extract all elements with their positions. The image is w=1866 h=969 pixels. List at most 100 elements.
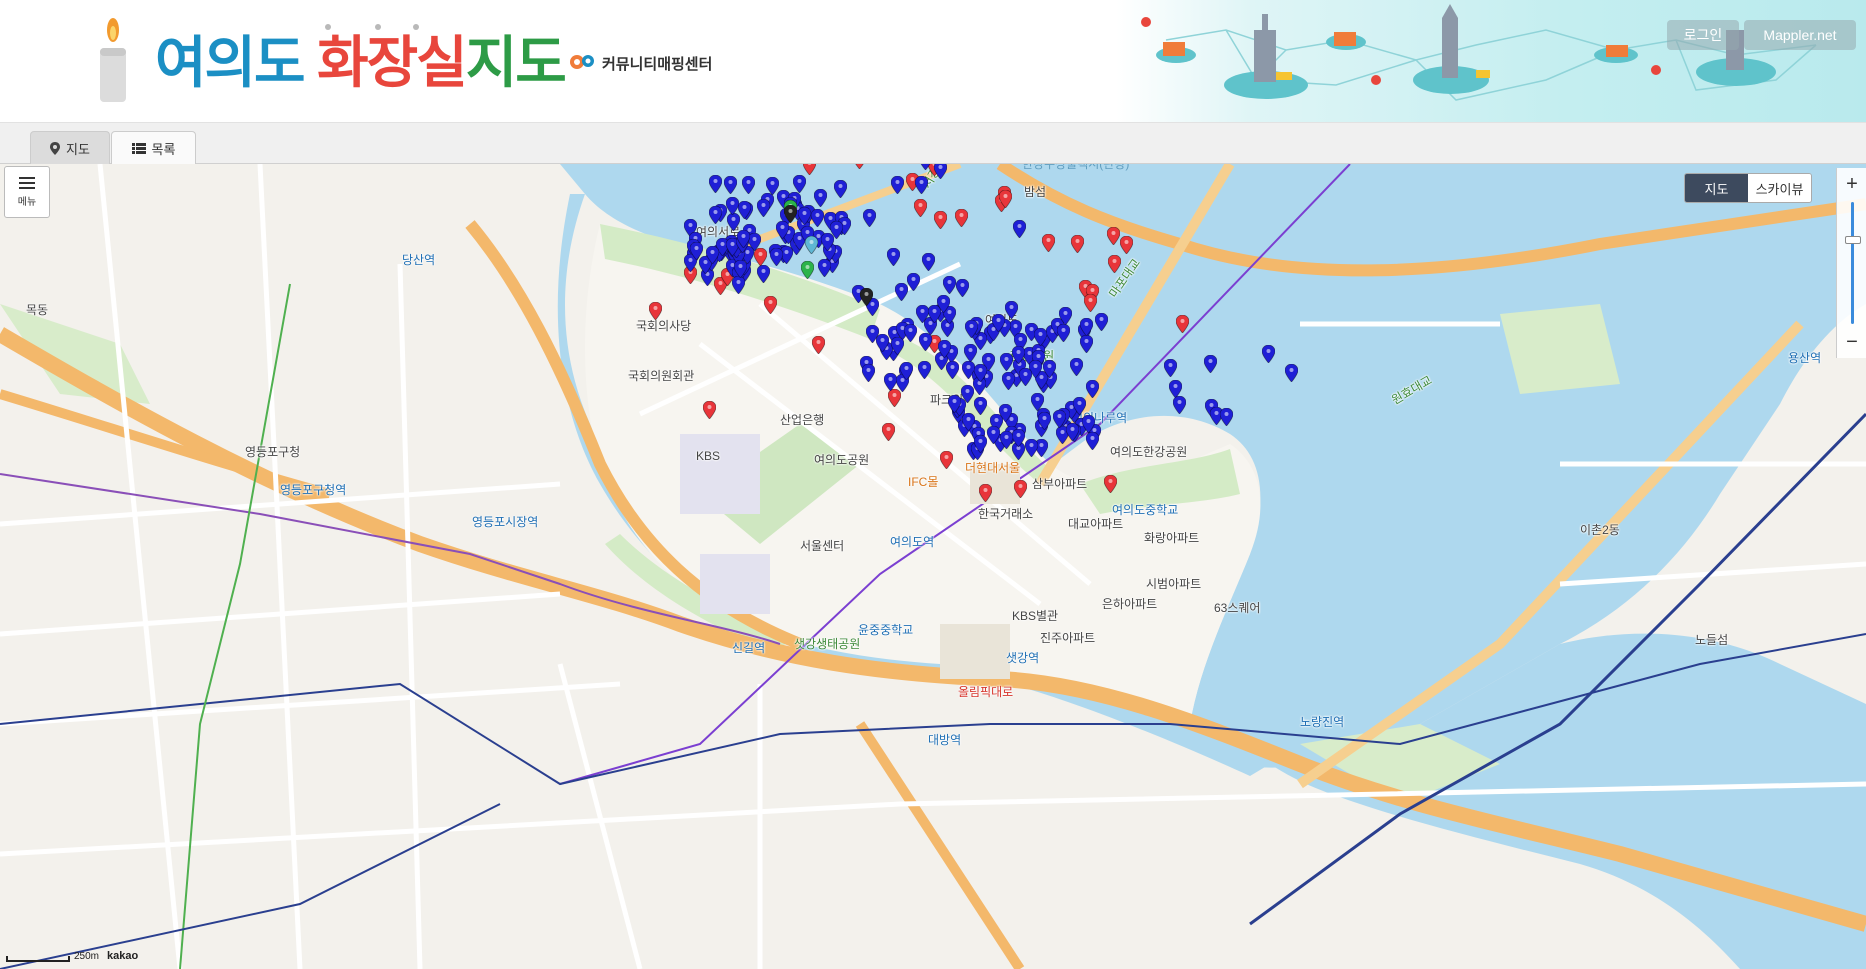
- toilet-marker[interactable]: [945, 360, 959, 379]
- zoom-slider-track[interactable]: [1851, 202, 1854, 324]
- toilet-marker[interactable]: [817, 258, 831, 277]
- toilet-marker[interactable]: [922, 253, 935, 271]
- toilet-marker[interactable]: [1000, 430, 1014, 449]
- toilet-marker-red[interactable]: [1042, 234, 1055, 252]
- toilet-marker[interactable]: [833, 179, 847, 198]
- toilet-marker[interactable]: [891, 176, 904, 194]
- toilet-marker[interactable]: [1080, 318, 1093, 336]
- toilet-marker[interactable]: [776, 220, 790, 239]
- map-type-skyview-button[interactable]: 스카이뷰: [1748, 174, 1811, 202]
- toilet-marker[interactable]: [1005, 301, 1018, 319]
- toilet-marker[interactable]: [906, 273, 920, 292]
- toilet-marker[interactable]: [1057, 324, 1071, 343]
- toilet-marker[interactable]: [1082, 414, 1096, 433]
- toilet-marker[interactable]: [895, 283, 908, 301]
- toilet-marker[interactable]: [974, 364, 988, 383]
- toilet-marker[interactable]: [756, 199, 770, 218]
- toilet-marker-red[interactable]: [1108, 255, 1121, 273]
- toilet-marker-red[interactable]: [649, 302, 662, 320]
- toilet-marker[interactable]: [732, 276, 745, 295]
- toilet-marker[interactable]: [884, 372, 898, 391]
- toilet-marker[interactable]: [784, 205, 797, 223]
- toilet-marker[interactable]: [974, 396, 988, 415]
- zoom-in-button[interactable]: +: [1837, 172, 1866, 196]
- toilet-marker-red[interactable]: [979, 484, 992, 502]
- toilet-marker[interactable]: [1025, 438, 1039, 457]
- toilet-marker[interactable]: [960, 384, 974, 403]
- toilet-marker[interactable]: [992, 313, 1006, 332]
- toilet-marker-red[interactable]: [934, 211, 947, 229]
- toilet-marker-red[interactable]: [1107, 227, 1120, 245]
- toilet-marker[interactable]: [1072, 397, 1086, 416]
- toilet-marker[interactable]: [810, 208, 824, 227]
- toilet-marker[interactable]: [801, 261, 814, 279]
- toilet-marker[interactable]: [737, 200, 751, 219]
- toilet-marker[interactable]: [706, 246, 720, 265]
- tab-map[interactable]: 지도: [30, 131, 110, 165]
- toilet-marker-red[interactable]: [1071, 235, 1084, 253]
- toilet-marker[interactable]: [865, 324, 879, 343]
- toilet-marker[interactable]: [1095, 313, 1108, 331]
- org-link[interactable]: 커뮤니티매핑센터: [568, 52, 712, 74]
- toilet-marker[interactable]: [1086, 379, 1100, 398]
- toilet-marker[interactable]: [860, 288, 873, 306]
- toilet-marker[interactable]: [770, 248, 784, 267]
- toilet-marker[interactable]: [723, 176, 737, 195]
- toilet-marker[interactable]: [948, 394, 962, 413]
- toilet-marker-red[interactable]: [882, 423, 895, 441]
- login-button[interactable]: 로그인: [1667, 20, 1739, 50]
- toilet-marker[interactable]: [805, 236, 818, 254]
- toilet-marker[interactable]: [1069, 357, 1083, 376]
- toilet-marker[interactable]: [1000, 353, 1013, 371]
- tab-list[interactable]: 목록: [111, 131, 196, 165]
- toilet-marker-red[interactable]: [1084, 294, 1097, 312]
- toilet-marker-red[interactable]: [803, 164, 816, 175]
- toilet-marker[interactable]: [900, 362, 914, 381]
- toilet-marker[interactable]: [1085, 432, 1099, 451]
- toilet-marker[interactable]: [986, 425, 1000, 444]
- toilet-marker[interactable]: [1285, 364, 1298, 382]
- toilet-marker-red[interactable]: [703, 401, 716, 419]
- toilet-marker[interactable]: [733, 260, 747, 279]
- toilet-marker[interactable]: [793, 175, 807, 194]
- toilet-marker[interactable]: [709, 206, 723, 225]
- toilet-marker[interactable]: [974, 434, 988, 453]
- toilet-marker[interactable]: [942, 275, 956, 294]
- toilet-marker[interactable]: [690, 241, 704, 260]
- site-title[interactable]: 여의도 화장실지도: [155, 28, 567, 98]
- mappler-link-button[interactable]: Mappler.net: [1744, 20, 1856, 50]
- toilet-marker[interactable]: [1034, 328, 1048, 347]
- toilet-marker[interactable]: [861, 363, 875, 382]
- map-type-map-button[interactable]: 지도: [1685, 174, 1748, 202]
- toilet-marker-red[interactable]: [1176, 315, 1189, 333]
- toilet-marker[interactable]: [1042, 359, 1056, 378]
- toilet-marker[interactable]: [1053, 409, 1067, 428]
- toilet-marker-red[interactable]: [999, 190, 1012, 208]
- toilet-marker-red[interactable]: [853, 164, 866, 169]
- toilet-marker[interactable]: [1011, 346, 1025, 365]
- zoom-out-button[interactable]: −: [1837, 330, 1866, 354]
- toilet-marker[interactable]: [964, 319, 978, 338]
- toilet-marker[interactable]: [863, 209, 876, 227]
- toilet-marker[interactable]: [797, 207, 811, 226]
- toilet-marker-red[interactable]: [940, 451, 953, 469]
- toilet-marker[interactable]: [891, 336, 905, 355]
- toilet-marker[interactable]: [918, 361, 932, 379]
- toilet-marker-red[interactable]: [1120, 236, 1133, 254]
- toilet-marker[interactable]: [915, 176, 928, 194]
- toilet-marker[interactable]: [1164, 359, 1177, 377]
- toilet-marker[interactable]: [903, 324, 917, 343]
- toilet-marker-red[interactable]: [1104, 475, 1117, 493]
- toilet-marker[interactable]: [813, 188, 827, 207]
- toilet-marker[interactable]: [1013, 220, 1026, 238]
- toilet-marker[interactable]: [756, 264, 770, 283]
- toilet-marker[interactable]: [829, 221, 843, 240]
- toilet-marker[interactable]: [918, 333, 932, 352]
- toilet-marker[interactable]: [936, 295, 950, 314]
- toilet-marker[interactable]: [737, 229, 750, 248]
- toilet-marker[interactable]: [709, 175, 722, 193]
- toilet-marker[interactable]: [1220, 408, 1233, 426]
- toilet-marker-red[interactable]: [764, 296, 777, 314]
- toilet-marker[interactable]: [1012, 429, 1026, 448]
- toilet-marker[interactable]: [938, 339, 952, 358]
